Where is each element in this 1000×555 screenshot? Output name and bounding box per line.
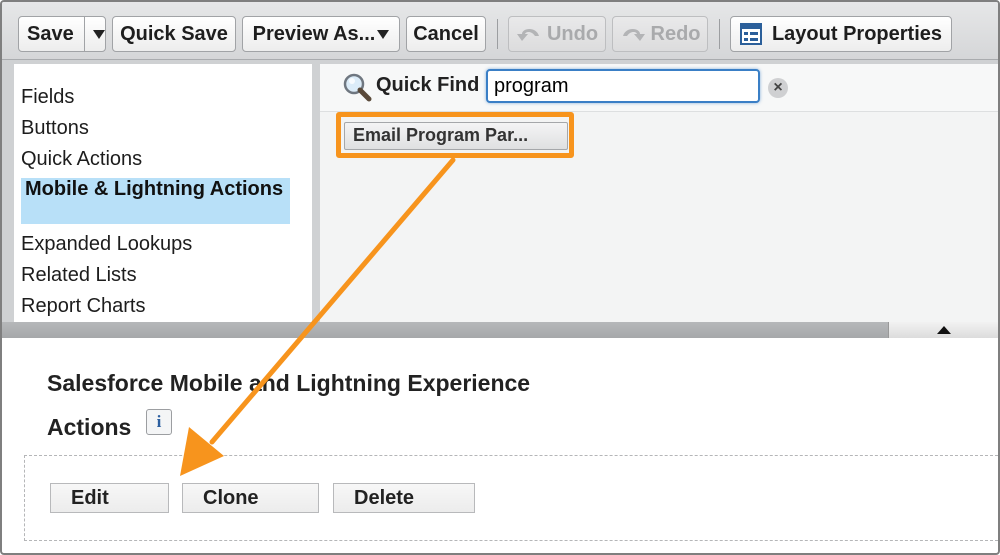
- action-delete-button[interactable]: Delete: [333, 483, 475, 513]
- palette-panel: Save Quick Save Preview As... Cancel Und…: [2, 2, 998, 338]
- quick-save-button[interactable]: Quick Save: [112, 16, 236, 52]
- redo-label: Redo: [650, 22, 701, 45]
- toolbar-separator: [719, 19, 720, 49]
- clear-search-icon[interactable]: ×: [768, 78, 788, 98]
- palette-category-list: Fields Buttons Quick Actions Mobile & Li…: [14, 64, 312, 322]
- preview-as-button[interactable]: Preview As...: [242, 16, 400, 52]
- sidebar-item-mobile-lightning-actions[interactable]: Mobile & Lightning Actions: [21, 178, 290, 224]
- save-button[interactable]: Save: [18, 16, 106, 52]
- sidebar-item-fields[interactable]: Fields: [21, 86, 289, 109]
- chevron-down-icon: [377, 29, 390, 39]
- palette-item-highlight: [336, 112, 574, 158]
- action-edit-button[interactable]: Edit: [50, 483, 169, 513]
- page-layout-editor: Save Quick Save Preview As... Cancel Und…: [0, 0, 1000, 555]
- preview-as-label: Preview As...: [252, 22, 376, 45]
- sidebar-item-expanded-lookups[interactable]: Expanded Lookups: [21, 233, 289, 256]
- undo-icon: [516, 29, 539, 41]
- save-split-divider: [83, 17, 85, 51]
- section-title-line1: Salesforce Mobile and Lightning Experien…: [47, 370, 531, 396]
- undo-label: Undo: [546, 22, 599, 45]
- toolbar-separator: [497, 19, 498, 49]
- redo-button[interactable]: Redo: [612, 16, 708, 52]
- action-clone-button[interactable]: Clone: [182, 483, 319, 513]
- sidebar-item-report-charts[interactable]: Report Charts: [21, 295, 289, 318]
- layout-properties-icon: [739, 23, 762, 45]
- search-icon: [343, 73, 372, 102]
- collapse-palette-button[interactable]: [888, 322, 998, 338]
- save-dropdown-icon[interactable]: [92, 29, 105, 39]
- cancel-button[interactable]: Cancel: [406, 16, 486, 52]
- redo-icon: [622, 29, 645, 41]
- section-title-line2: Actions: [47, 414, 132, 440]
- quick-find-label: Quick Find: [376, 74, 480, 96]
- palette-items-area: Quick Find × Email Program Par...: [320, 64, 998, 322]
- sidebar-item-related-lists[interactable]: Related Lists: [21, 264, 289, 287]
- actions-drop-zone[interactable]: [24, 455, 998, 541]
- palette-resize-bar: [2, 322, 998, 338]
- chevron-up-icon: [936, 326, 951, 334]
- info-icon[interactable]: i: [146, 409, 172, 435]
- layout-properties-button[interactable]: Layout Properties: [730, 16, 952, 52]
- toolbar: Save Quick Save Preview As... Cancel Und…: [2, 2, 998, 60]
- quick-find-bar: Quick Find ×: [320, 64, 998, 112]
- layout-properties-label: Layout Properties: [771, 22, 943, 45]
- save-button-label: Save: [27, 22, 74, 45]
- sidebar-item-buttons[interactable]: Buttons: [21, 117, 289, 140]
- undo-button[interactable]: Undo: [508, 16, 606, 52]
- sidebar-item-quick-actions[interactable]: Quick Actions: [21, 148, 289, 171]
- quick-find-input[interactable]: [486, 69, 760, 103]
